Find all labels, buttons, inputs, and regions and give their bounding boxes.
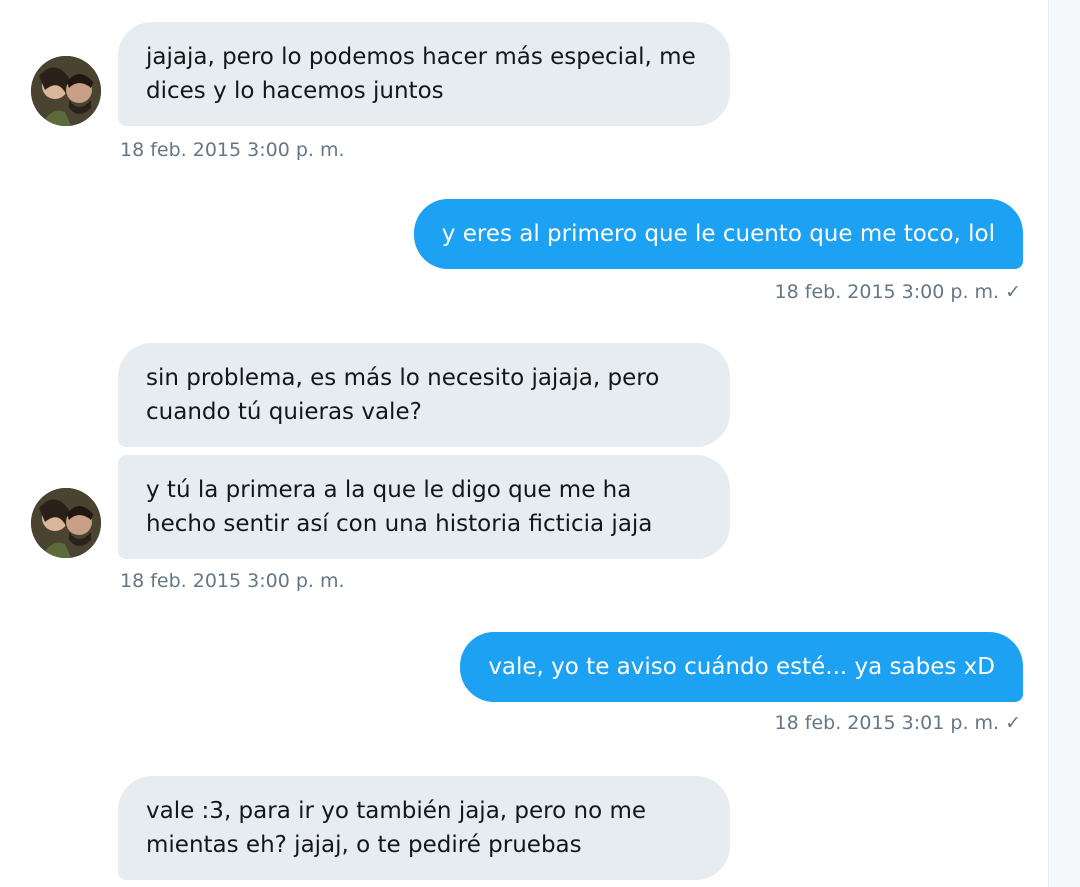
checkmark-icon: ✓ — [1005, 712, 1021, 734]
scroll-gutter — [1048, 0, 1080, 887]
message-bubble-incoming[interactable]: y tú la primera a la que le digo que me … — [118, 455, 730, 559]
message-text: vale, yo te aviso cuándo esté... ya sabe… — [488, 654, 995, 680]
message-timestamp: 18 feb. 2015 3:00 p. m. — [774, 281, 1000, 303]
message-bubble-outgoing[interactable]: y eres al primero que le cuento que me t… — [413, 199, 1023, 269]
message-text: sin problema, es más lo necesito jajaja,… — [146, 365, 660, 425]
message-text: vale :3, para ir yo también jaja, pero n… — [146, 798, 647, 858]
message-timestamp-row: 18 feb. 2015 3:01 p. m. ✓ — [775, 712, 1021, 734]
message-timestamp-row: 18 feb. 2015 3:00 p. m. ✓ — [775, 281, 1021, 303]
sender-avatar[interactable] — [31, 56, 101, 126]
message-timestamp: 18 feb. 2015 3:00 p. m. — [120, 139, 345, 161]
sender-avatar[interactable] — [31, 488, 101, 558]
message-text: y tú la primera a la que le digo que me … — [146, 477, 653, 537]
checkmark-icon: ✓ — [1005, 281, 1021, 303]
message-bubble-outgoing[interactable]: vale, yo te aviso cuándo esté... ya sabe… — [460, 632, 1023, 702]
message-text: jajaja, pero lo podemos hacer más especi… — [146, 44, 696, 104]
message-bubble-incoming[interactable]: sin problema, es más lo necesito jajaja,… — [118, 343, 730, 447]
message-timestamp: 18 feb. 2015 3:00 p. m. — [120, 570, 345, 592]
message-bubble-incoming[interactable]: jajaja, pero lo podemos hacer más especi… — [118, 22, 730, 126]
message-bubble-incoming[interactable]: vale :3, para ir yo también jaja, pero n… — [118, 776, 730, 880]
message-text: y eres al primero que le cuento que me t… — [441, 221, 995, 247]
message-timestamp: 18 feb. 2015 3:01 p. m. — [774, 712, 1000, 734]
